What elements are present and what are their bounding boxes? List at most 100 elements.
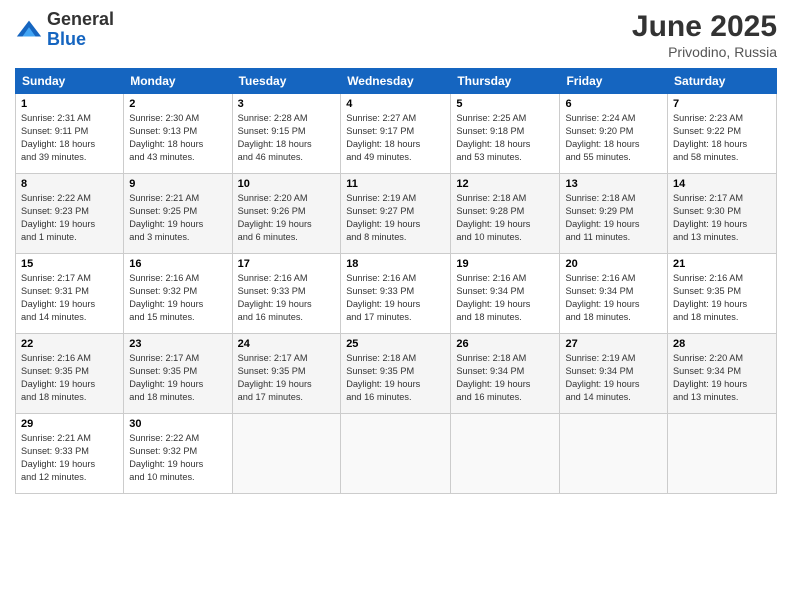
day-number: 6 — [565, 98, 662, 110]
day-number: 27 — [565, 338, 662, 350]
calendar-cell: 16 Sunrise: 2:16 AMSunset: 9:32 PMDayligh… — [124, 254, 232, 334]
calendar-cell: 20 Sunrise: 2:16 AMSunset: 9:34 PMDayligh… — [560, 254, 668, 334]
col-monday: Monday — [124, 69, 232, 94]
calendar-cell — [341, 414, 451, 494]
day-info: Sunrise: 2:19 AMSunset: 9:34 PMDaylight:… — [565, 352, 662, 404]
day-number: 22 — [21, 338, 118, 350]
day-info: Sunrise: 2:16 AMSunset: 9:35 PMDaylight:… — [21, 352, 118, 404]
calendar-cell — [232, 414, 341, 494]
day-info: Sunrise: 2:16 AMSunset: 9:35 PMDaylight:… — [673, 272, 771, 324]
day-number: 14 — [673, 178, 771, 190]
calendar-cell: 13 Sunrise: 2:18 AMSunset: 9:29 PMDayligh… — [560, 174, 668, 254]
day-info: Sunrise: 2:18 AMSunset: 9:34 PMDaylight:… — [456, 352, 554, 404]
calendar-cell: 7 Sunrise: 2:23 AMSunset: 9:22 PMDaylight… — [668, 94, 777, 174]
day-info: Sunrise: 2:17 AMSunset: 9:31 PMDaylight:… — [21, 272, 118, 324]
day-number: 7 — [673, 98, 771, 110]
calendar-week-row: 15 Sunrise: 2:17 AMSunset: 9:31 PMDayligh… — [16, 254, 777, 334]
day-number: 17 — [238, 258, 336, 270]
day-info: Sunrise: 2:18 AMSunset: 9:28 PMDaylight:… — [456, 192, 554, 244]
day-info: Sunrise: 2:23 AMSunset: 9:22 PMDaylight:… — [673, 112, 771, 164]
day-info: Sunrise: 2:24 AMSunset: 9:20 PMDaylight:… — [565, 112, 662, 164]
day-info: Sunrise: 2:27 AMSunset: 9:17 PMDaylight:… — [346, 112, 445, 164]
calendar-table: Sunday Monday Tuesday Wednesday Thursday… — [15, 68, 777, 494]
calendar-cell: 2 Sunrise: 2:30 AMSunset: 9:13 PMDaylight… — [124, 94, 232, 174]
day-info: Sunrise: 2:22 AMSunset: 9:32 PMDaylight:… — [129, 432, 226, 484]
day-info: Sunrise: 2:20 AMSunset: 9:34 PMDaylight:… — [673, 352, 771, 404]
col-tuesday: Tuesday — [232, 69, 341, 94]
day-number: 30 — [129, 418, 226, 430]
day-info: Sunrise: 2:18 AMSunset: 9:29 PMDaylight:… — [565, 192, 662, 244]
day-number: 8 — [21, 178, 118, 190]
calendar-week-row: 1Sunrise: 2:31 AMSunset: 9:11 PMDaylight… — [16, 94, 777, 174]
calendar-cell: 1Sunrise: 2:31 AMSunset: 9:11 PMDaylight… — [16, 94, 124, 174]
col-friday: Friday — [560, 69, 668, 94]
calendar-cell: 26 Sunrise: 2:18 AMSunset: 9:34 PMDayligh… — [451, 334, 560, 414]
calendar-cell: 28Sunrise: 2:20 AMSunset: 9:34 PMDayligh… — [668, 334, 777, 414]
calendar-cell: 17Sunrise: 2:16 AMSunset: 9:33 PMDayligh… — [232, 254, 341, 334]
day-number: 9 — [129, 178, 226, 190]
calendar-cell: 14 Sunrise: 2:17 AMSunset: 9:30 PMDayligh… — [668, 174, 777, 254]
calendar-cell: 24 Sunrise: 2:17 AMSunset: 9:35 PMDayligh… — [232, 334, 341, 414]
day-number: 2 — [129, 98, 226, 110]
calendar-cell — [451, 414, 560, 494]
day-info: Sunrise: 2:31 AMSunset: 9:11 PMDaylight:… — [21, 112, 118, 164]
calendar-cell: 21 Sunrise: 2:16 AMSunset: 9:35 PMDayligh… — [668, 254, 777, 334]
day-info: Sunrise: 2:22 AMSunset: 9:23 PMDaylight:… — [21, 192, 118, 244]
day-number: 3 — [238, 98, 336, 110]
day-number: 25 — [346, 338, 445, 350]
day-number: 11 — [346, 178, 445, 190]
page-header: General Blue June 2025 Privodino, Russia — [15, 10, 777, 60]
day-info: Sunrise: 2:21 AMSunset: 9:33 PMDaylight:… — [21, 432, 118, 484]
day-number: 29 — [21, 418, 118, 430]
day-info: Sunrise: 2:17 AMSunset: 9:35 PMDaylight:… — [129, 352, 226, 404]
col-saturday: Saturday — [668, 69, 777, 94]
calendar-cell: 18 Sunrise: 2:16 AMSunset: 9:33 PMDayligh… — [341, 254, 451, 334]
day-info: Sunrise: 2:17 AMSunset: 9:35 PMDaylight:… — [238, 352, 336, 404]
day-number: 18 — [346, 258, 445, 270]
day-info: Sunrise: 2:20 AMSunset: 9:26 PMDaylight:… — [238, 192, 336, 244]
day-info: Sunrise: 2:16 AMSunset: 9:34 PMDaylight:… — [456, 272, 554, 324]
calendar-cell: 3 Sunrise: 2:28 AMSunset: 9:15 PMDaylight… — [232, 94, 341, 174]
day-number: 12 — [456, 178, 554, 190]
day-number: 16 — [129, 258, 226, 270]
calendar-header-row: Sunday Monday Tuesday Wednesday Thursday… — [16, 69, 777, 94]
calendar-cell: 22 Sunrise: 2:16 AMSunset: 9:35 PMDayligh… — [16, 334, 124, 414]
day-number: 15 — [21, 258, 118, 270]
calendar-cell: 10 Sunrise: 2:20 AMSunset: 9:26 PMDayligh… — [232, 174, 341, 254]
day-info: Sunrise: 2:18 AMSunset: 9:35 PMDaylight:… — [346, 352, 445, 404]
day-info: Sunrise: 2:16 AMSunset: 9:33 PMDaylight:… — [346, 272, 445, 324]
col-sunday: Sunday — [16, 69, 124, 94]
day-info: Sunrise: 2:25 AMSunset: 9:18 PMDaylight:… — [456, 112, 554, 164]
month-year-title: June 2025 — [632, 10, 777, 44]
calendar-cell — [668, 414, 777, 494]
day-info: Sunrise: 2:30 AMSunset: 9:13 PMDaylight:… — [129, 112, 226, 164]
day-info: Sunrise: 2:16 AMSunset: 9:32 PMDaylight:… — [129, 272, 226, 324]
day-info: Sunrise: 2:19 AMSunset: 9:27 PMDaylight:… — [346, 192, 445, 244]
calendar-cell: 6 Sunrise: 2:24 AMSunset: 9:20 PMDaylight… — [560, 94, 668, 174]
calendar-cell: 25 Sunrise: 2:18 AMSunset: 9:35 PMDayligh… — [341, 334, 451, 414]
calendar-cell: 19 Sunrise: 2:16 AMSunset: 9:34 PMDayligh… — [451, 254, 560, 334]
day-number: 20 — [565, 258, 662, 270]
day-number: 19 — [456, 258, 554, 270]
col-wednesday: Wednesday — [341, 69, 451, 94]
day-number: 13 — [565, 178, 662, 190]
day-number: 10 — [238, 178, 336, 190]
day-info: Sunrise: 2:17 AMSunset: 9:30 PMDaylight:… — [673, 192, 771, 244]
location-subtitle: Privodino, Russia — [632, 44, 777, 60]
logo-general-text: General — [47, 9, 114, 29]
day-info: Sunrise: 2:16 AMSunset: 9:34 PMDaylight:… — [565, 272, 662, 324]
day-number: 26 — [456, 338, 554, 350]
calendar-cell: 8 Sunrise: 2:22 AMSunset: 9:23 PMDaylight… — [16, 174, 124, 254]
day-number: 4 — [346, 98, 445, 110]
calendar-cell: 27 Sunrise: 2:19 AMSunset: 9:34 PMDayligh… — [560, 334, 668, 414]
calendar-cell — [560, 414, 668, 494]
calendar-cell: 15 Sunrise: 2:17 AMSunset: 9:31 PMDayligh… — [16, 254, 124, 334]
day-info: Sunrise: 2:28 AMSunset: 9:15 PMDaylight:… — [238, 112, 336, 164]
calendar-cell: 9Sunrise: 2:21 AMSunset: 9:25 PMDaylight… — [124, 174, 232, 254]
calendar-cell: 4 Sunrise: 2:27 AMSunset: 9:17 PMDaylight… — [341, 94, 451, 174]
logo-blue-text: Blue — [47, 29, 86, 49]
day-number: 21 — [673, 258, 771, 270]
day-number: 24 — [238, 338, 336, 350]
calendar-cell: 11 Sunrise: 2:19 AMSunset: 9:27 PMDayligh… — [341, 174, 451, 254]
col-thursday: Thursday — [451, 69, 560, 94]
